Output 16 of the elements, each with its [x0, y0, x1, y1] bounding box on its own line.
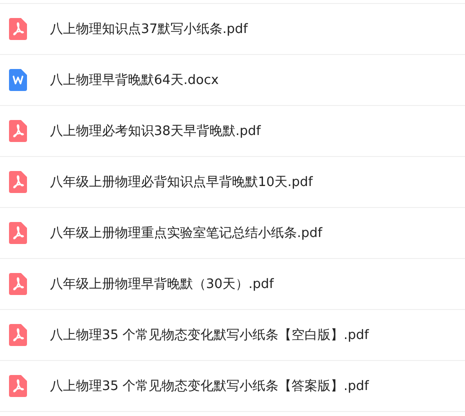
file-name[interactable]: 八上物理知识点37默写小纸条.pdf: [50, 20, 248, 38]
pdf-file-icon: [9, 222, 27, 244]
pdf-file-icon: [9, 18, 27, 40]
pdf-file-icon: [9, 324, 27, 346]
document-icon: [9, 69, 27, 91]
file-name[interactable]: 八上物理必考知识38天早背晚默.pdf: [50, 122, 261, 140]
file-name[interactable]: 八上物理早背晚默64天.docx: [50, 71, 219, 89]
file-name[interactable]: 八上物理35 个常见物态变化默写小纸条【空白版】.pdf: [50, 326, 369, 344]
pdf-file-icon: [9, 171, 27, 193]
pdf-file-icon: [9, 273, 27, 295]
file-name[interactable]: 八年级上册物理早背晚默（30天）.pdf: [50, 275, 274, 293]
file-name[interactable]: 八年级上册物理必背知识点早背晚默10天.pdf: [50, 173, 313, 191]
file-name[interactable]: 八年级上册物理重点实验室笔记总结小纸条.pdf: [50, 224, 322, 242]
pdf-file-icon: [9, 375, 27, 397]
file-name[interactable]: 八上物理35 个常见物态变化默写小纸条【答案版】.pdf: [50, 377, 369, 395]
pdf-file-icon: [9, 120, 27, 142]
